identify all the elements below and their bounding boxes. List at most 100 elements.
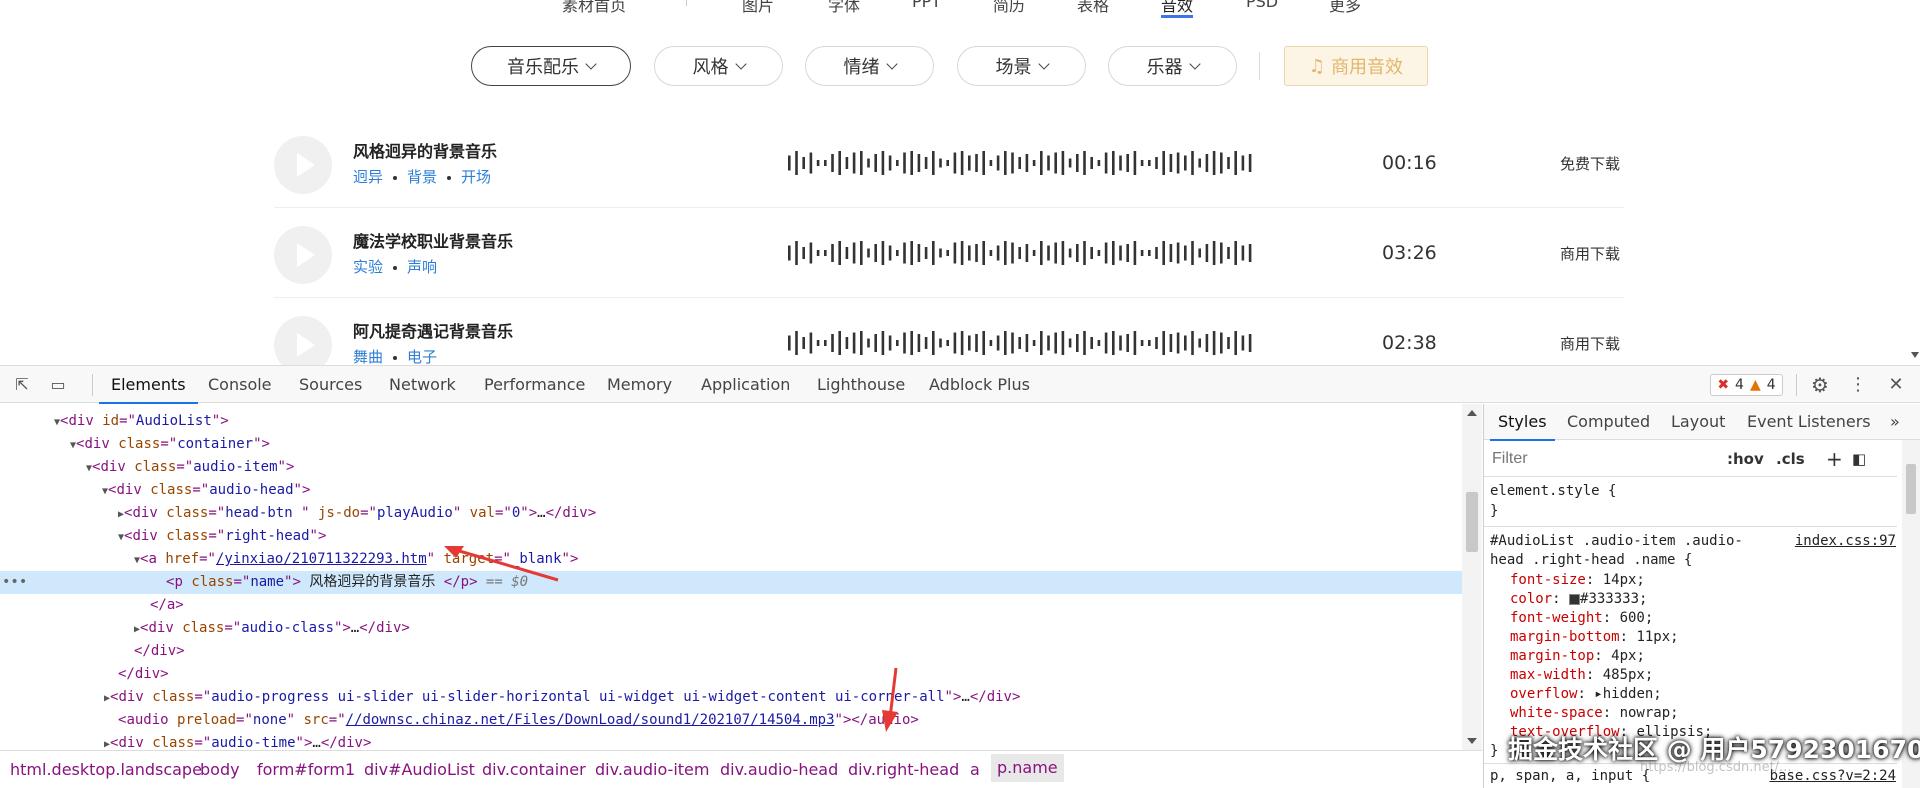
element-style-rule[interactable]: element.style { xyxy=(1490,483,1616,499)
page-scrollbar[interactable] xyxy=(1908,0,1920,365)
breadcrumb-item[interactable]: div.audio-head xyxy=(720,760,838,779)
src-link[interactable]: //downsc.chinaz.net/Files/DownLoad/sound… xyxy=(346,712,835,728)
tag-link[interactable]: 实验 xyxy=(353,258,383,276)
css-property[interactable]: overflow: ▸hidden; xyxy=(1510,686,1662,702)
css-property[interactable]: margin-top: 4px; xyxy=(1510,648,1645,664)
tab-layout[interactable]: Layout xyxy=(1671,404,1725,440)
collapse-triangle-icon[interactable]: ▼ xyxy=(86,463,92,474)
expand-triangle-icon[interactable]: ▶ xyxy=(118,509,124,520)
nav-item-fonts[interactable]: 字体 xyxy=(828,0,860,16)
more-options-icon[interactable]: ⋮ xyxy=(1848,375,1868,395)
toggle-sidebar-icon[interactable]: ◧ xyxy=(1852,446,1866,472)
download-link[interactable]: 商用下载 xyxy=(1560,333,1620,354)
track-title[interactable]: 风格迥异的背景音乐 xyxy=(353,138,497,162)
nav-item-images[interactable]: 图片 xyxy=(742,0,774,16)
breadcrumb-item[interactable]: div.right-head xyxy=(848,760,959,779)
rule-selector[interactable]: head .right-head .name { xyxy=(1490,552,1692,568)
tab-adblock-plus[interactable]: Adblock Plus xyxy=(929,366,1030,403)
tag-link[interactable]: 舞曲 xyxy=(353,348,383,365)
filter-mood-button[interactable]: 情绪 xyxy=(805,46,934,86)
waveform-slider[interactable] xyxy=(786,330,1256,356)
collapse-triangle-icon[interactable]: ▼ xyxy=(134,555,140,566)
scroll-up-icon[interactable] xyxy=(1467,410,1477,416)
collapse-triangle-icon[interactable]: ▼ xyxy=(102,486,108,497)
scroll-thumb[interactable] xyxy=(1466,492,1478,552)
rule-selector[interactable]: p, span, a, input { xyxy=(1490,768,1650,784)
css-property[interactable]: font-weight: 600; xyxy=(1510,610,1653,626)
breadcrumb-item[interactable]: html.desktop.landscape xyxy=(10,760,202,779)
dom-node[interactable]: </div> xyxy=(0,663,1462,686)
hover-state-toggle[interactable]: :hov xyxy=(1727,446,1764,472)
dom-node[interactable]: ▼<div class="audio-item"> xyxy=(0,456,1462,479)
tag-link[interactable]: 迥异 xyxy=(353,168,383,186)
commercial-sound-button[interactable]: ♫ 商用音效 xyxy=(1284,46,1428,86)
dom-node[interactable]: ▶<div class="audio-class">…</div> xyxy=(0,617,1462,640)
tab-console[interactable]: Console xyxy=(208,366,272,403)
collapse-triangle-icon[interactable]: ▼ xyxy=(70,440,76,451)
dom-node[interactable]: ▼<div id="AudioList"> xyxy=(0,410,1462,433)
tag-link[interactable]: 开场 xyxy=(461,168,491,186)
tab-elements[interactable]: Elements xyxy=(99,366,198,404)
waveform-slider[interactable] xyxy=(786,240,1256,266)
css-property[interactable]: max-width: 485px; xyxy=(1510,667,1653,683)
color-swatch-icon[interactable] xyxy=(1569,593,1581,605)
tab-lighthouse[interactable]: Lighthouse xyxy=(817,366,905,403)
nav-item-home[interactable]: 素材首页 xyxy=(562,0,626,16)
filter-scene-button[interactable]: 场景 xyxy=(957,46,1086,86)
scroll-down-icon[interactable] xyxy=(1911,352,1919,358)
css-property[interactable]: white-space: nowrap; xyxy=(1510,705,1679,721)
dom-node[interactable]: ▼<div class="container"> xyxy=(0,433,1462,456)
nav-item-ppt[interactable]: PPT xyxy=(912,0,941,11)
add-rule-icon[interactable]: + xyxy=(1826,446,1843,472)
tab-styles[interactable]: Styles xyxy=(1490,404,1554,441)
tab-event-listeners[interactable]: Event Listeners xyxy=(1747,404,1871,440)
dom-node-selected[interactable]: <p class="name"> 风格迥异的背景音乐 </p> == $0 xyxy=(0,571,1462,594)
styles-filter-input[interactable] xyxy=(1492,446,1697,472)
download-link[interactable]: 商用下载 xyxy=(1560,243,1620,264)
collapse-triangle-icon[interactable]: ▼ xyxy=(118,532,124,543)
breadcrumb-item[interactable]: a xyxy=(970,760,980,779)
expand-triangle-icon[interactable]: ▶ xyxy=(104,693,110,704)
expand-triangle-icon[interactable]: ▶ xyxy=(104,739,110,750)
tab-performance[interactable]: Performance xyxy=(484,366,585,403)
gear-icon[interactable]: ⚙ xyxy=(1810,375,1830,395)
tab-application[interactable]: Application xyxy=(701,366,790,403)
dom-node[interactable]: ▼<div class="audio-head"> xyxy=(0,479,1462,502)
tab-network[interactable]: Network xyxy=(389,366,456,403)
nav-item-sound-effects[interactable]: 音效 xyxy=(1161,0,1194,18)
download-link[interactable]: 免费下载 xyxy=(1560,153,1620,174)
more-tabs-icon[interactable]: » xyxy=(1890,404,1900,440)
dom-node[interactable]: ▼<div class="right-head"> xyxy=(0,525,1462,548)
tag-link[interactable]: 声响 xyxy=(407,258,437,276)
class-toggle[interactable]: .cls xyxy=(1776,446,1805,472)
tag-link[interactable]: 电子 xyxy=(407,348,437,365)
collapse-triangle-icon[interactable]: ▼ xyxy=(54,417,60,428)
href-link[interactable]: /yinxiao/210711322293.htm xyxy=(216,551,427,567)
filter-style-button[interactable]: 风格 xyxy=(654,46,783,86)
rule-source-link[interactable]: index.css:97 xyxy=(1795,533,1896,549)
play-icon[interactable] xyxy=(274,316,332,365)
issues-counter-button[interactable]: ✖ 4 ▲ 4 xyxy=(1710,374,1783,396)
css-property[interactable]: margin-bottom: 11px; xyxy=(1510,629,1679,645)
css-property[interactable]: font-size: 14px; xyxy=(1510,572,1645,588)
breadcrumb-item[interactable]: div.audio-item xyxy=(595,760,709,779)
expand-triangle-icon[interactable]: ▶ xyxy=(134,624,140,635)
dom-node[interactable]: ▶<div class="head-btn " js-do="playAudio… xyxy=(0,502,1462,525)
scroll-down-icon[interactable] xyxy=(1467,738,1477,744)
nav-item-more[interactable]: 更多 xyxy=(1329,0,1361,16)
breadcrumb-item-current[interactable]: p.name xyxy=(991,754,1064,782)
nav-item-sheets[interactable]: 表格 xyxy=(1077,0,1109,16)
scroll-thumb[interactable] xyxy=(1906,464,1916,514)
inspect-element-icon[interactable]: ⇱ xyxy=(12,375,32,395)
css-property[interactable]: color: #333333; xyxy=(1510,591,1647,607)
dom-node[interactable]: ▶<div class="audio-progress ui-slider ui… xyxy=(0,686,1462,709)
device-toolbar-icon[interactable]: ▭ xyxy=(48,375,68,395)
elements-scrollbar[interactable] xyxy=(1462,404,1482,750)
nav-item-psd[interactable]: PSD xyxy=(1246,0,1278,11)
breadcrumb-item[interactable]: div.container xyxy=(482,760,586,779)
node-actions-icon[interactable]: ••• xyxy=(2,571,27,594)
play-icon[interactable] xyxy=(274,136,332,194)
track-title[interactable]: 阿凡提奇遇记背景音乐 xyxy=(353,318,513,342)
track-title[interactable]: 魔法学校职业背景音乐 xyxy=(353,228,513,252)
dom-node[interactable]: ▶<div class="audio-time">…</div> xyxy=(0,732,1462,750)
